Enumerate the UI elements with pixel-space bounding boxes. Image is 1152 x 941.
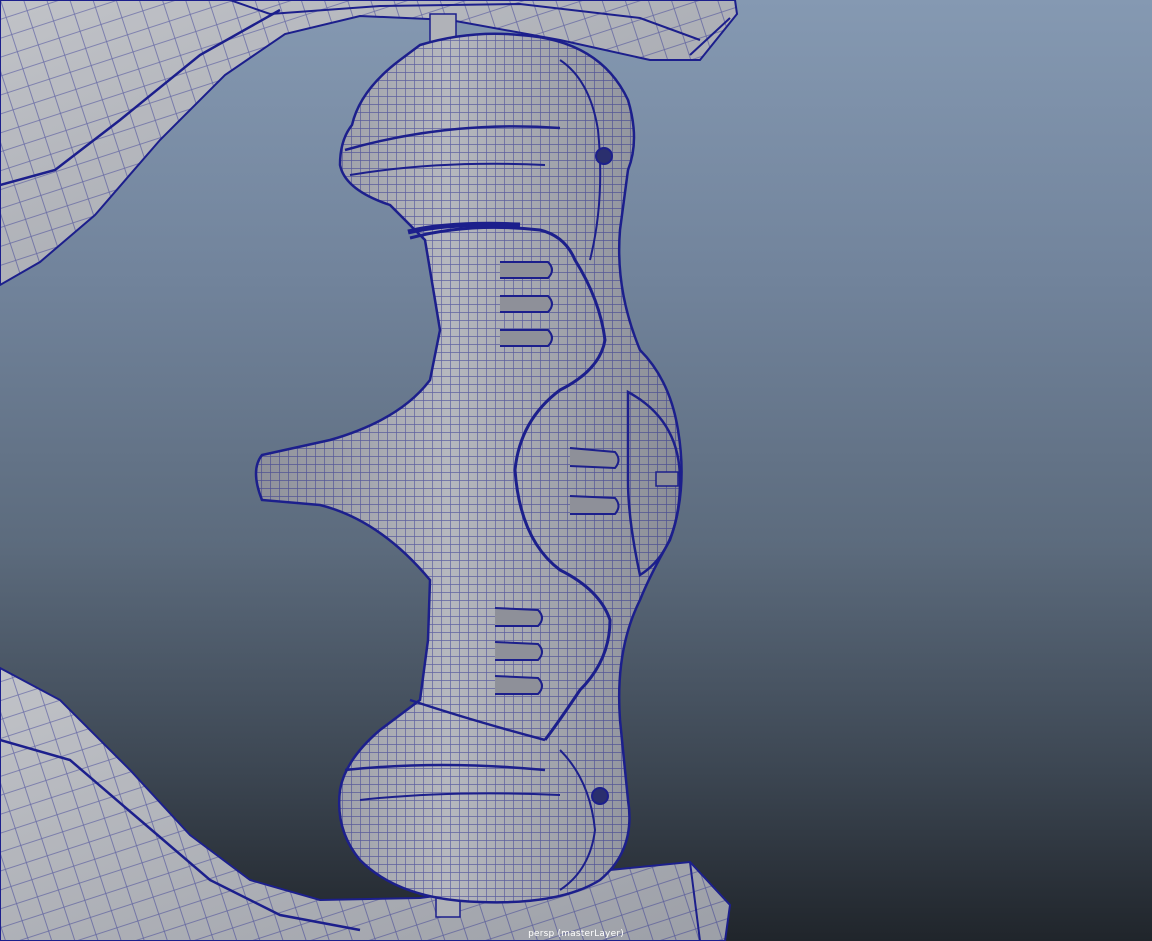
riser-handle-mesh[interactable] <box>254 32 683 904</box>
camera-label: persp (masterLayer) <box>528 929 624 939</box>
lower-screw <box>591 787 609 805</box>
upper-screw <box>595 147 613 165</box>
perspective-viewport[interactable]: persp (masterLayer) <box>0 0 1152 941</box>
scene-geometry <box>0 0 739 941</box>
